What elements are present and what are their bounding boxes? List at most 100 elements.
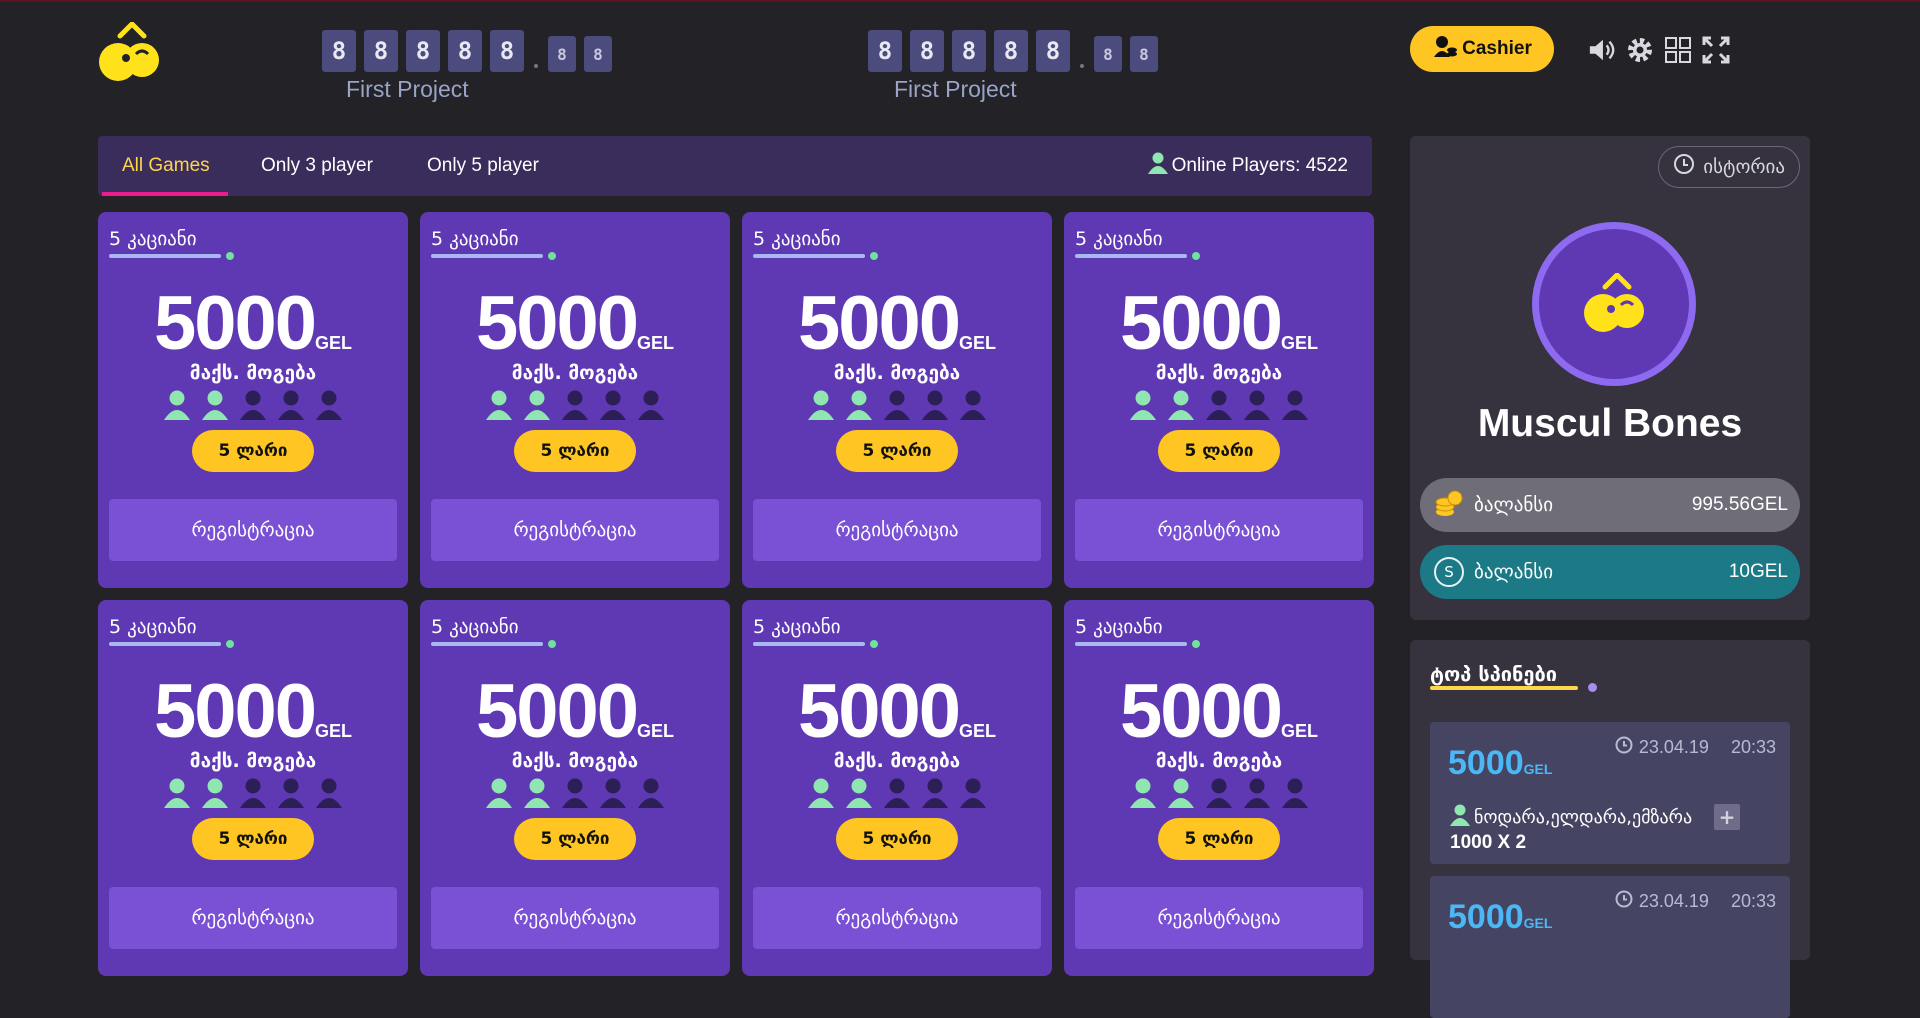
title-underline bbox=[109, 254, 221, 258]
title-underline bbox=[109, 642, 221, 646]
player-slots bbox=[98, 778, 408, 808]
card-title: 5 კაციანი bbox=[1075, 616, 1163, 638]
entry-price-badge: 5 ლარი bbox=[514, 430, 636, 472]
status-dot bbox=[548, 252, 556, 260]
player-icon bbox=[1147, 152, 1168, 180]
top-spin-item: 5000GEL 23.04.19 20:33 ნოდარა,ელდარა,ემზ… bbox=[1430, 722, 1790, 864]
player-slots bbox=[420, 778, 730, 808]
counter-digit: 8 bbox=[364, 30, 398, 72]
player-empty-icon bbox=[1281, 778, 1309, 808]
tab-only-5-player[interactable]: Only 5 player bbox=[427, 136, 539, 196]
player-slots bbox=[98, 390, 408, 420]
max-win-label: მაქს. მოგება bbox=[511, 362, 639, 384]
fullscreen-icon[interactable] bbox=[1702, 36, 1730, 64]
player-empty-icon bbox=[959, 778, 987, 808]
player-empty-icon bbox=[239, 778, 267, 808]
game-card: 5 კაციანი 5000GEL მაქს. მოგება 5 ლარი რეგისტ… bbox=[420, 600, 730, 976]
tab-only-3-player[interactable]: Only 3 player bbox=[261, 136, 373, 196]
player-empty-icon bbox=[1205, 390, 1233, 420]
spin-players: ნოდარა,ელდარა,ემზარა bbox=[1450, 804, 1692, 831]
decimal-separator bbox=[1080, 64, 1084, 68]
player-empty-icon bbox=[921, 778, 949, 808]
title-underline bbox=[1430, 686, 1578, 690]
counter-digit-small: 8 bbox=[1130, 36, 1158, 72]
max-win-label: მაქს. მოგება bbox=[1155, 362, 1283, 384]
cashier-label: Cashier bbox=[1462, 38, 1532, 59]
max-win-label: მაქს. მოგება bbox=[189, 362, 317, 384]
player-icon bbox=[1450, 804, 1470, 831]
max-win-label: მაქს. მოგება bbox=[833, 362, 961, 384]
status-dot bbox=[870, 640, 878, 648]
player-empty-icon bbox=[959, 390, 987, 420]
entry-price-badge: 5 ლარი bbox=[514, 818, 636, 860]
counter-digit-small: 8 bbox=[1094, 36, 1122, 72]
player-empty-icon bbox=[1243, 778, 1271, 808]
max-win-amount: 5000GEL bbox=[475, 281, 675, 366]
player-empty-icon bbox=[1243, 390, 1271, 420]
spin-amount: 5000GEL bbox=[1448, 744, 1553, 782]
card-title: 5 კაციანი bbox=[431, 616, 519, 638]
register-button[interactable]: რეგისტრაცია bbox=[1075, 887, 1363, 949]
player-joined-icon bbox=[1129, 390, 1157, 420]
balance-label: ბალანსი bbox=[1474, 494, 1554, 516]
title-underline bbox=[431, 642, 543, 646]
top-spin-item: 5000GEL 23.04.19 20:33 bbox=[1430, 876, 1790, 1018]
player-empty-icon bbox=[561, 390, 589, 420]
counter-label: First Project bbox=[894, 76, 1017, 102]
history-icon bbox=[1673, 153, 1695, 181]
title-underline bbox=[1075, 642, 1187, 646]
player-joined-icon bbox=[845, 778, 873, 808]
player-empty-icon bbox=[277, 778, 305, 808]
decimal-separator bbox=[534, 64, 538, 68]
history-button[interactable]: ისტორია bbox=[1658, 146, 1800, 188]
balance-value: 995.56GEL bbox=[1691, 494, 1788, 515]
max-win-amount: 5000GEL bbox=[153, 281, 353, 366]
player-empty-icon bbox=[239, 390, 267, 420]
counter-label: First Project bbox=[346, 76, 469, 102]
s-coin-icon: S bbox=[1434, 557, 1464, 587]
entry-price-badge: 5 ლარი bbox=[836, 430, 958, 472]
title-underline bbox=[1075, 254, 1187, 258]
counter-digit: 8 bbox=[490, 30, 524, 72]
top-spins-panel: ტოპ სპინები 5000GEL 23.04.19 20:33 ნოდარ… bbox=[1410, 640, 1810, 1018]
max-win-amount: 5000GEL bbox=[153, 669, 353, 754]
player-empty-icon bbox=[561, 778, 589, 808]
entry-price-badge: 5 ლარი bbox=[1158, 430, 1280, 472]
register-button[interactable]: რეგისტრაცია bbox=[431, 887, 719, 949]
counter-digit-small: 8 bbox=[548, 36, 576, 72]
grid-icon[interactable] bbox=[1664, 36, 1692, 64]
counter-digit: 8 bbox=[952, 30, 986, 72]
spin-amount: 5000GEL bbox=[1448, 898, 1553, 936]
register-button[interactable]: რეგისტრაცია bbox=[109, 499, 397, 561]
tab-all-games[interactable]: All Games bbox=[122, 136, 210, 196]
cashier-button[interactable]: Cashier bbox=[1410, 26, 1554, 72]
register-button[interactable]: რეგისტრაცია bbox=[431, 499, 719, 561]
player-joined-icon bbox=[1167, 778, 1195, 808]
register-button[interactable]: რეგისტრაცია bbox=[1075, 499, 1363, 561]
balance-label: ბალანსი bbox=[1474, 561, 1554, 583]
player-slots bbox=[1064, 778, 1374, 808]
entry-price-badge: 5 ლარი bbox=[836, 818, 958, 860]
register-button[interactable]: რეგისტრაცია bbox=[109, 887, 397, 949]
title-underline bbox=[753, 642, 865, 646]
card-title: 5 კაციანი bbox=[109, 228, 197, 250]
register-button[interactable]: რეგისტრაცია bbox=[753, 499, 1041, 561]
settings-icon[interactable] bbox=[1626, 36, 1654, 64]
player-empty-icon bbox=[599, 778, 627, 808]
spin-multiplier: 1000 X 2 bbox=[1450, 832, 1527, 853]
player-empty-icon bbox=[315, 390, 343, 420]
volume-icon[interactable] bbox=[1588, 36, 1616, 64]
player-slots bbox=[420, 390, 730, 420]
counter-digit: 8 bbox=[868, 30, 902, 72]
entry-price-badge: 5 ლარი bbox=[1158, 818, 1280, 860]
card-title: 5 კაციანი bbox=[1075, 228, 1163, 250]
player-joined-icon bbox=[485, 390, 513, 420]
status-dot bbox=[1192, 252, 1200, 260]
player-joined-icon bbox=[1129, 778, 1157, 808]
expand-plus-icon[interactable]: + bbox=[1714, 804, 1740, 830]
register-button[interactable]: რეგისტრაცია bbox=[753, 887, 1041, 949]
counter-digit: 8 bbox=[1036, 30, 1070, 72]
player-empty-icon bbox=[921, 390, 949, 420]
player-slots bbox=[1064, 390, 1374, 420]
card-title: 5 კაციანი bbox=[431, 228, 519, 250]
